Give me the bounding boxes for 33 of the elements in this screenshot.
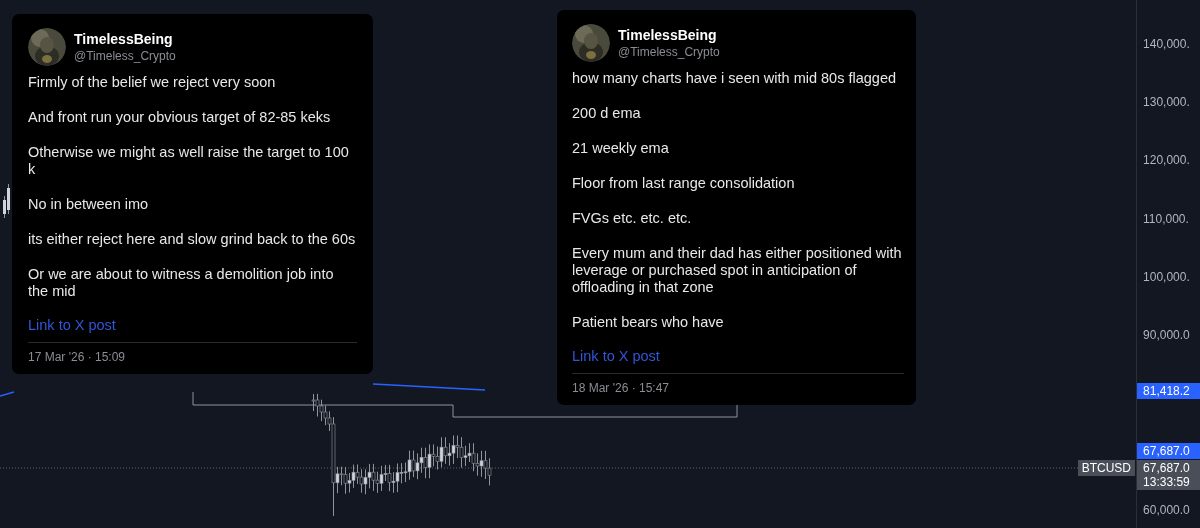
symbol-label: BTCUSD bbox=[1077, 460, 1136, 476]
post-text: Patient bears who have bbox=[572, 314, 725, 331]
price-tick: 130,000. bbox=[1143, 95, 1190, 110]
post-text: 21 weekly ema bbox=[572, 140, 670, 157]
post-text: Or we are about to witness a demolition job into the mid bbox=[28, 266, 335, 300]
author-handle: @Timeless_Crypto bbox=[618, 45, 720, 59]
price-tick: 140,000. bbox=[1143, 37, 1190, 51]
post-text: FVGs etc. etc. etc. bbox=[572, 210, 693, 227]
post-text: Floor from last range consolidation bbox=[572, 175, 796, 192]
price-tick: 60,000.0 bbox=[1143, 502, 1190, 517]
price-tick: 120,000. bbox=[1143, 153, 1190, 168]
post-text: Otherwise we might as well raise the target to 100 k bbox=[28, 144, 350, 178]
post-timestamp: 17 Mar '26 · 15:09 bbox=[28, 350, 126, 364]
author-name: TimelessBeing bbox=[74, 31, 174, 47]
price-tick: 90,000.0 bbox=[1143, 328, 1190, 342]
price-label: 67,687.0 bbox=[1137, 443, 1200, 459]
price-value: 67,687.0 bbox=[1143, 461, 1191, 475]
post-link[interactable]: Link to X post bbox=[572, 348, 660, 364]
countdown-timer: 13:33:59 bbox=[1143, 475, 1191, 489]
post-timestamp: 18 Mar '26 · 15:47 bbox=[572, 381, 670, 395]
post-text: Every mum and their dad has either positioned with leverage or purchased spot in anticipation of offloading in that zone bbox=[572, 245, 903, 296]
price-label: 81,418.2 bbox=[1137, 383, 1200, 399]
post-text: how many charts have i seen with mid 80s flagged bbox=[572, 70, 897, 87]
post-text: its either reject here and slow grind back to the 60s bbox=[28, 231, 357, 248]
post-link[interactable]: Link to X post bbox=[28, 317, 116, 333]
post-text: And front run your obvious target of 82-85 keks bbox=[28, 109, 332, 126]
post-text: Firmly of the belief we reject very soon bbox=[28, 74, 277, 91]
post-text: No in between imo bbox=[28, 196, 150, 213]
price-tick: 110,000. bbox=[1143, 211, 1189, 226]
author-handle: @Timeless_Crypto bbox=[74, 49, 176, 63]
price-tick: 100,000. bbox=[1143, 269, 1190, 284]
post-text: 200 d ema bbox=[572, 105, 642, 122]
author-name: TimelessBeing bbox=[618, 27, 718, 43]
